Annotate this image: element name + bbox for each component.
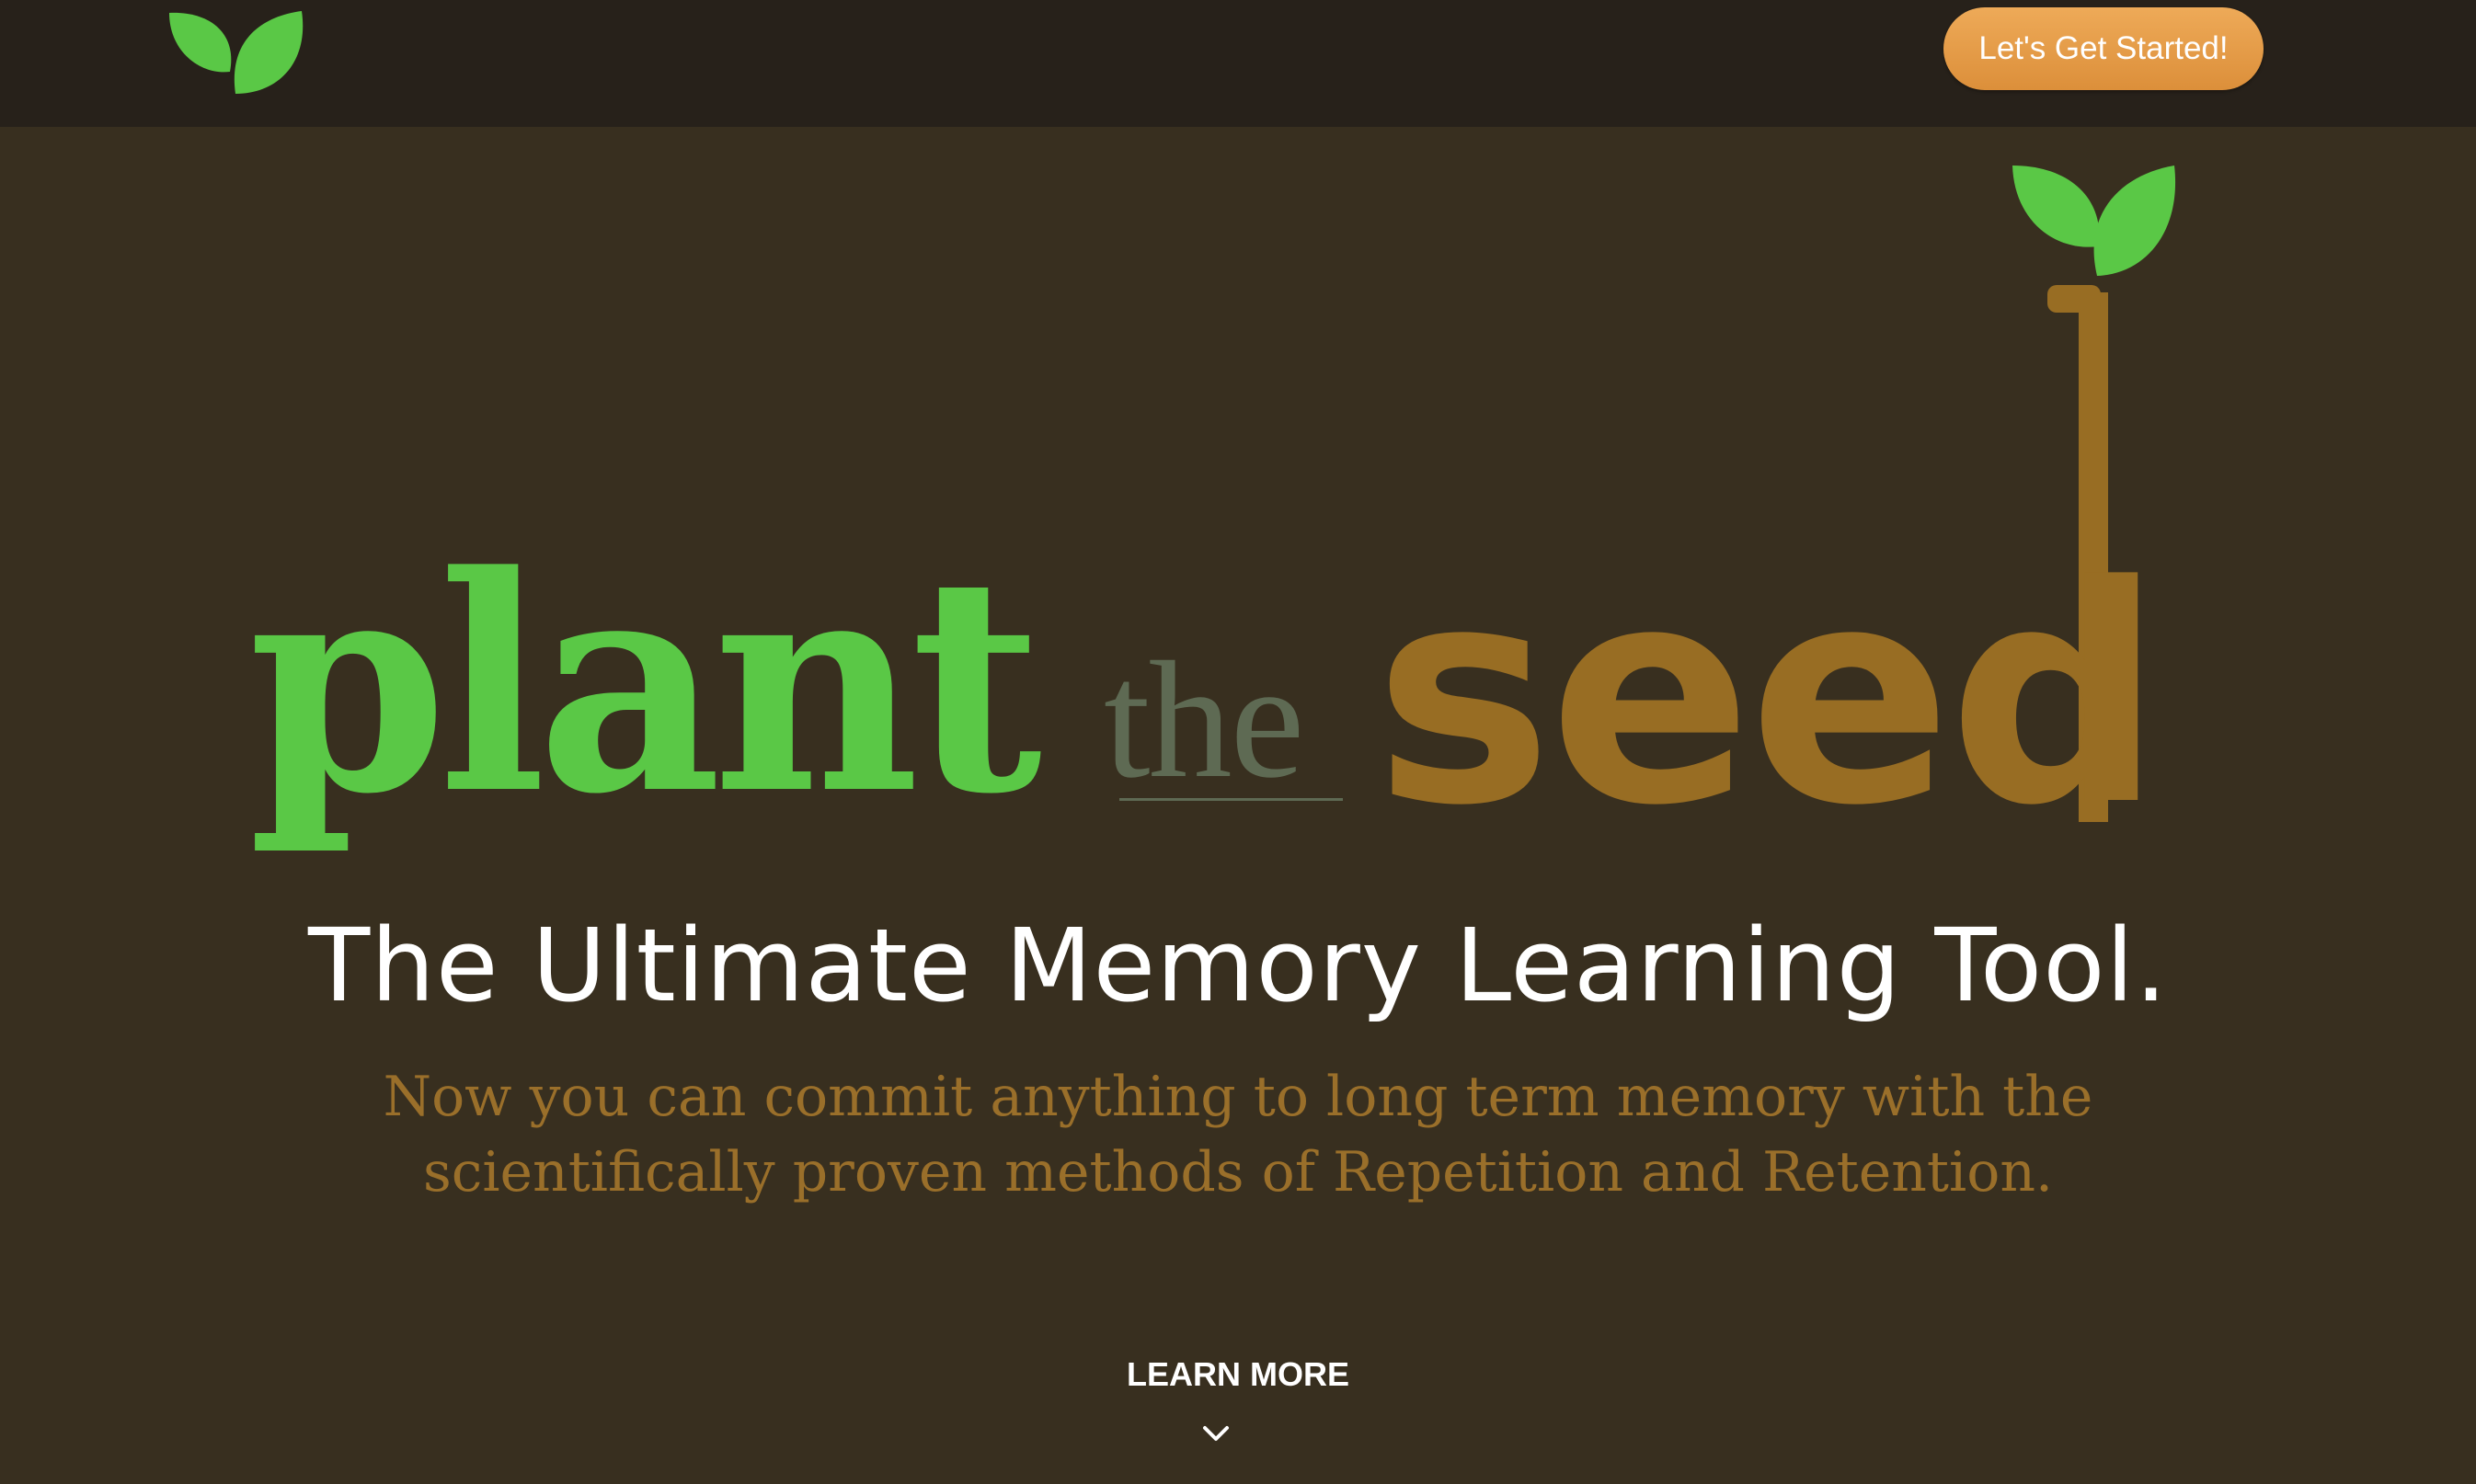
navbar: Let's Get Started! (0, 0, 2476, 127)
logo-word-plant: plant (248, 511, 1042, 859)
logo-word-the: the (1104, 628, 1304, 813)
logo-word-seed: seed (1374, 521, 2163, 871)
logo-the-underline (1119, 798, 1343, 801)
get-started-button[interactable]: Let's Get Started! (1943, 7, 2264, 90)
hero-description: Now you can commit anything to long term… (383, 1065, 2093, 1204)
sprout-logo-icon[interactable] (164, 6, 307, 97)
chevron-down-icon[interactable] (1201, 1423, 1231, 1444)
sprout-leaves-icon (2012, 166, 2176, 276)
learn-more-link[interactable]: LEARN MORE (1054, 1355, 1422, 1394)
hero-tagline: The Ultimate Memory Learning Tool. (307, 907, 2169, 1024)
